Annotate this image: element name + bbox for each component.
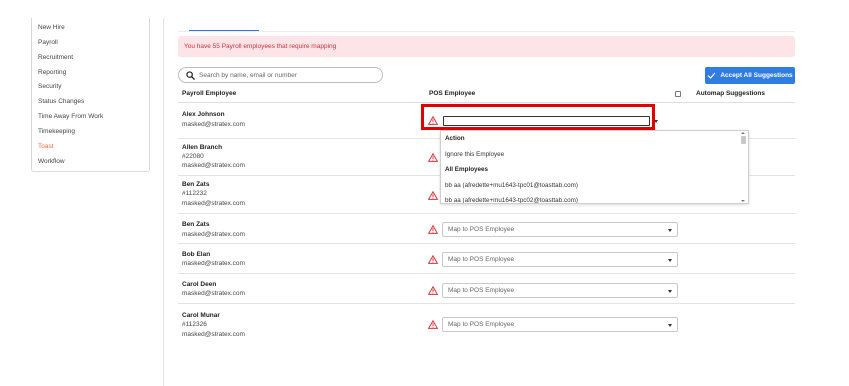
search-box[interactable] xyxy=(178,67,383,83)
employee-number: #112232 xyxy=(182,190,207,197)
select-placeholder: Map to POS Employee xyxy=(448,287,515,294)
sidebar-item-new-hire[interactable]: New Hire xyxy=(38,24,65,31)
warning-icon xyxy=(428,320,438,329)
warning-icon xyxy=(428,191,438,200)
accept-all-suggestions-button[interactable]: Accept All Suggestions xyxy=(705,67,795,84)
pos-employee-select[interactable]: Map to POS Employee xyxy=(442,222,678,237)
scroll-down-arrow-icon[interactable] xyxy=(741,200,745,202)
search-input[interactable] xyxy=(199,70,377,80)
employee-number: #22080 xyxy=(182,153,204,160)
sidebar-item-recruitment[interactable]: Recruitment xyxy=(38,54,73,61)
employee-name: Allen Branch xyxy=(182,144,223,151)
employee-email: masked@stratex.com xyxy=(182,231,245,238)
sidebar-item-toast[interactable]: Toast xyxy=(38,143,54,150)
pos-employee-select[interactable]: Map to POS Employee xyxy=(442,252,678,267)
sidebar-item-security[interactable]: Security xyxy=(38,83,61,90)
chevron-down-icon xyxy=(668,290,672,293)
warning-icon xyxy=(428,286,438,295)
chevron-down-icon xyxy=(668,324,672,327)
warning-icon xyxy=(428,255,438,264)
sidebar-nav: New Hire Payroll Recruitment Reporting S… xyxy=(31,18,150,172)
select-placeholder: Map to POS Employee xyxy=(448,226,515,233)
select-placeholder: Map to POS Employee xyxy=(448,321,515,328)
column-header-pos: POS Employee xyxy=(429,90,476,97)
pos-employee-select[interactable]: Map to POS Employee xyxy=(442,283,678,298)
employee-name: Bob Elan xyxy=(182,251,211,258)
employee-email: masked@stratex.com xyxy=(182,121,245,128)
column-header-automap: Automap Suggestions xyxy=(696,90,765,97)
dropdown-option[interactable]: bb aa (afredette+mu1643-tpc02@toasttab.c… xyxy=(445,197,578,203)
chevron-down-icon xyxy=(668,229,672,232)
table-row: Carol Munar #112326 masked@stratex.com M… xyxy=(178,304,795,342)
table-row: Bob Elan masked@stratex.com Map to POS E… xyxy=(178,244,795,274)
dropdown-option[interactable]: bb aa (afredette+mu1643-tpc01@toasttab.c… xyxy=(445,182,578,189)
employee-email: masked@stratex.com xyxy=(182,162,245,169)
employee-number: #112326 xyxy=(182,321,207,328)
active-tab-indicator xyxy=(189,30,259,31)
employee-email: masked@stratex.com xyxy=(182,331,245,338)
sidebar-item-reporting[interactable]: Reporting xyxy=(38,69,66,76)
accept-all-label: Accept All Suggestions xyxy=(720,72,793,79)
select-placeholder: Map to POS Employee xyxy=(448,256,515,263)
table-row: Ben Zats masked@stratex.com Map to POS E… xyxy=(178,214,795,244)
header-divider xyxy=(178,102,795,103)
scrollbar-thumb[interactable] xyxy=(741,136,746,144)
sidebar-item-status-changes[interactable]: Status Changes xyxy=(38,98,84,105)
employee-name: Carol Deen xyxy=(182,281,217,288)
tabs-divider xyxy=(178,31,795,32)
dropdown-heading-action: Action xyxy=(445,135,465,142)
sidebar-item-timekeeping[interactable]: Timekeeping xyxy=(38,128,75,135)
employee-name: Ben Zats xyxy=(182,181,210,188)
sidebar-item-payroll[interactable]: Payroll xyxy=(38,39,58,46)
table-row: Carol Deen masked@stratex.com Map to POS… xyxy=(178,274,795,304)
employee-name: Carol Munar xyxy=(182,312,220,319)
employee-email: masked@stratex.com xyxy=(182,260,245,267)
focus-highlight-box xyxy=(421,104,655,130)
check-icon xyxy=(707,72,716,79)
sidebar-item-workflow[interactable]: Workflow xyxy=(38,158,65,165)
sidebar-item-time-away[interactable]: Time Away From Work xyxy=(38,113,103,120)
employee-name: Alex Johnson xyxy=(182,111,225,118)
search-icon xyxy=(186,71,195,80)
employee-email: masked@stratex.com xyxy=(182,290,245,297)
dropdown-scrollbar[interactable] xyxy=(741,134,746,202)
dropdown-option-ignore[interactable]: Ignore this Employee xyxy=(445,151,504,158)
scroll-up-arrow-icon[interactable] xyxy=(741,132,745,134)
pos-employee-select[interactable]: Map to POS Employee xyxy=(442,317,678,332)
column-header-payroll: Payroll Employee xyxy=(182,90,237,97)
chevron-down-icon xyxy=(668,259,672,262)
pos-employee-dropdown: Action Ignore this Employee All Employee… xyxy=(440,130,749,204)
employee-email: masked@stratex.com xyxy=(182,200,245,207)
warning-icon xyxy=(428,225,438,234)
employee-name: Ben Zats xyxy=(182,221,210,228)
dropdown-heading-all-employees: All Employees xyxy=(445,166,489,173)
warning-icon xyxy=(428,153,438,162)
automap-checkbox[interactable] xyxy=(675,91,681,97)
mapping-alert: You have 55 Payroll employees that requi… xyxy=(178,36,795,57)
